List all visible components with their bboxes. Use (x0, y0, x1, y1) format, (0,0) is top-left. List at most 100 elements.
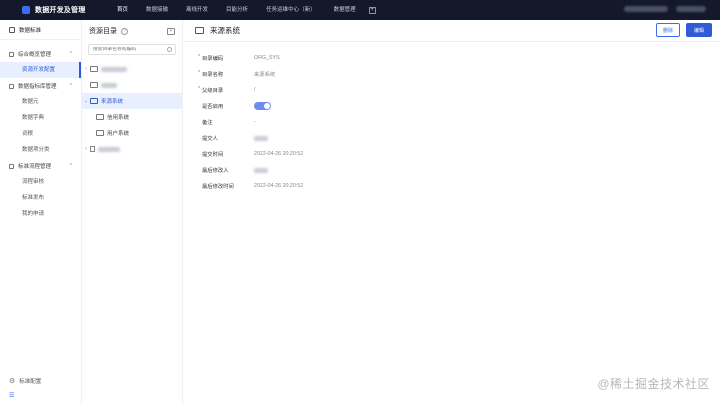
field-code: 目录编码 ORG_SYS (183, 50, 720, 66)
tree-node-child[interactable]: 用户系统 (82, 125, 182, 141)
sidebar-item-data-dictionary[interactable]: 数据字典 (0, 110, 81, 126)
field-label: 最后修改人 (202, 168, 229, 174)
enabled-toggle[interactable] (254, 102, 271, 110)
tree-node-label: 信用系统 (107, 115, 130, 121)
field-value: 2022-04-26 20:20:52 (254, 151, 304, 157)
nav-item-data-manage[interactable]: 数据管理 (325, 0, 365, 20)
field-value: / (254, 87, 256, 93)
sidebar-header: 数据标准 (0, 20, 81, 40)
nav-item-data-ingest[interactable]: 数据接输 (137, 0, 177, 20)
sidebar-item-data-element[interactable]: 数据元 (0, 94, 81, 110)
chevron-up-icon: ^ (69, 163, 72, 169)
process-icon (9, 163, 14, 169)
chevron-down-icon[interactable]: ⌄ (82, 98, 90, 104)
sidebar-item-data-category[interactable]: 数据项分类 (0, 142, 81, 158)
field-modify-time: 最后修改时间 2022-04-26 20:20:52 (183, 178, 720, 194)
sidebar-group-metrics[interactable]: 数据指标库管理 ^ (0, 78, 81, 94)
top-nav-bar: 数据开发及管理 首页 数据接输 离线开发 目能分析 任务运维中心（新） 数据管理… (0, 0, 720, 20)
nav-item-analysis[interactable]: 目能分析 (217, 0, 257, 20)
folder-icon (90, 66, 98, 72)
resource-tree-panel: 资源目录 ? + › ⌄ 来源系统 信用系统 用户系统 › (82, 20, 183, 405)
help-icon[interactable]: ? (121, 27, 128, 35)
sidebar: 数据标准 综合概览管理 ^ 资源开发配置 数据指标库管理 ^ 数据元 数据字典 … (0, 20, 82, 405)
blurred-user-name[interactable] (676, 6, 706, 12)
overview-icon (9, 51, 14, 57)
user-area (624, 6, 706, 12)
tree-search (88, 44, 176, 55)
sidebar-footer-label: 标准配置 (19, 379, 42, 385)
field-label: 提交人 (202, 136, 218, 142)
sidebar-item-standard-publish[interactable]: 标准发布 (0, 190, 81, 206)
field-label: 备注 (202, 120, 213, 126)
nav-item-ops-center[interactable]: 任务运维中心（新） (257, 0, 325, 20)
file-icon (90, 146, 95, 152)
metrics-icon (9, 83, 14, 89)
field-value: 2022-04-26 20:20:52 (254, 183, 304, 189)
add-tab-icon[interactable]: + (368, 6, 376, 14)
field-label: 目录编码 (202, 56, 224, 62)
tree-node[interactable]: › (82, 141, 182, 157)
field-label: 目录名称 (202, 72, 224, 78)
sidebar-group-process[interactable]: 标准流程管理 ^ (0, 158, 81, 174)
nav-item-home[interactable]: 首页 (108, 0, 137, 20)
sidebar-footer-config[interactable]: ⚙ 标准配置 (0, 377, 82, 385)
blurred-node-label (98, 146, 120, 152)
tree-header: 资源目录 ? + (82, 20, 182, 42)
group-label: 综合概览管理 (18, 52, 52, 58)
delete-button[interactable]: 删除 (656, 23, 680, 37)
folder-icon (195, 27, 204, 34)
main-nav: 首页 数据接输 离线开发 目能分析 任务运维中心（新） 数据管理 + (108, 0, 376, 20)
blurred-field-value (254, 135, 268, 141)
folder-icon (90, 98, 98, 104)
field-parent: 父级目录 / (183, 82, 720, 98)
field-enabled: 是否启用 (183, 98, 720, 114)
add-folder-icon[interactable]: + (167, 27, 175, 35)
search-icon[interactable] (167, 47, 172, 52)
detail-fields: 目录编码 ORG_SYS 目录名称 来源系统 父级目录 / 是否启用 备注 - … (183, 42, 720, 194)
blurred-field-value (254, 167, 268, 173)
group-label: 标准流程管理 (18, 164, 52, 170)
tree-node-child[interactable]: 信用系统 (82, 109, 182, 125)
blurred-node-label (101, 82, 117, 88)
field-value: 来源系统 (254, 72, 276, 78)
field-name: 目录名称 来源系统 (183, 66, 720, 82)
tree-node-label: 来源系统 (101, 99, 124, 105)
field-label: 最后修改时间 (202, 184, 234, 190)
field-value: - (254, 119, 256, 125)
blurred-user-info (624, 6, 668, 12)
sidebar-group-overview[interactable]: 综合概览管理 ^ (0, 46, 81, 62)
folder-icon (96, 130, 104, 136)
edit-button[interactable]: 编辑 (686, 23, 712, 37)
chevron-right-icon[interactable]: › (82, 66, 90, 72)
tree-node[interactable] (82, 77, 182, 93)
blurred-node-label (101, 66, 127, 72)
logo-icon (22, 6, 30, 14)
nav-item-offline-dev[interactable]: 离线开发 (177, 0, 217, 20)
standard-icon (9, 26, 15, 33)
group-label: 数据指标库管理 (18, 84, 57, 90)
field-modifier: 最后修改人 (183, 162, 720, 178)
field-submit-time: 提交时间 2022-04-26 20:20:52 (183, 146, 720, 162)
app-logo[interactable]: 数据开发及管理 (0, 5, 108, 15)
sidebar-header-label: 数据标准 (19, 27, 42, 34)
folder-icon (96, 114, 104, 120)
watermark: @稀土掘金技术社区 (597, 377, 710, 391)
detail-title: 来源系统 (210, 26, 240, 35)
field-label: 提交时间 (202, 152, 224, 158)
sidebar-item-word-root[interactable]: 词根 (0, 126, 81, 142)
sidebar-item-my-requests[interactable]: 我的申请 (0, 206, 81, 222)
sidebar-item-resource-config[interactable]: 资源开发配置 (0, 62, 81, 78)
field-value: ORG_SYS (254, 55, 280, 61)
tree-node[interactable]: › (82, 61, 182, 77)
chevron-right-icon[interactable]: › (82, 146, 90, 152)
app-title: 数据开发及管理 (35, 7, 86, 14)
field-submitter: 提交人 (183, 130, 720, 146)
tree-search-input[interactable] (93, 47, 168, 52)
detail-header: 来源系统 (183, 20, 720, 42)
sidebar-collapse-icon[interactable]: ☰ (9, 392, 14, 399)
folder-icon (90, 82, 98, 88)
tree-node-selected[interactable]: ⌄ 来源系统 (82, 93, 182, 109)
sidebar-item-process-review[interactable]: 流程审核 (0, 174, 81, 190)
tree-node-label: 用户系统 (107, 131, 130, 137)
detail-panel: 来源系统 删除 编辑 目录编码 ORG_SYS 目录名称 来源系统 父级目录 /… (183, 20, 720, 405)
